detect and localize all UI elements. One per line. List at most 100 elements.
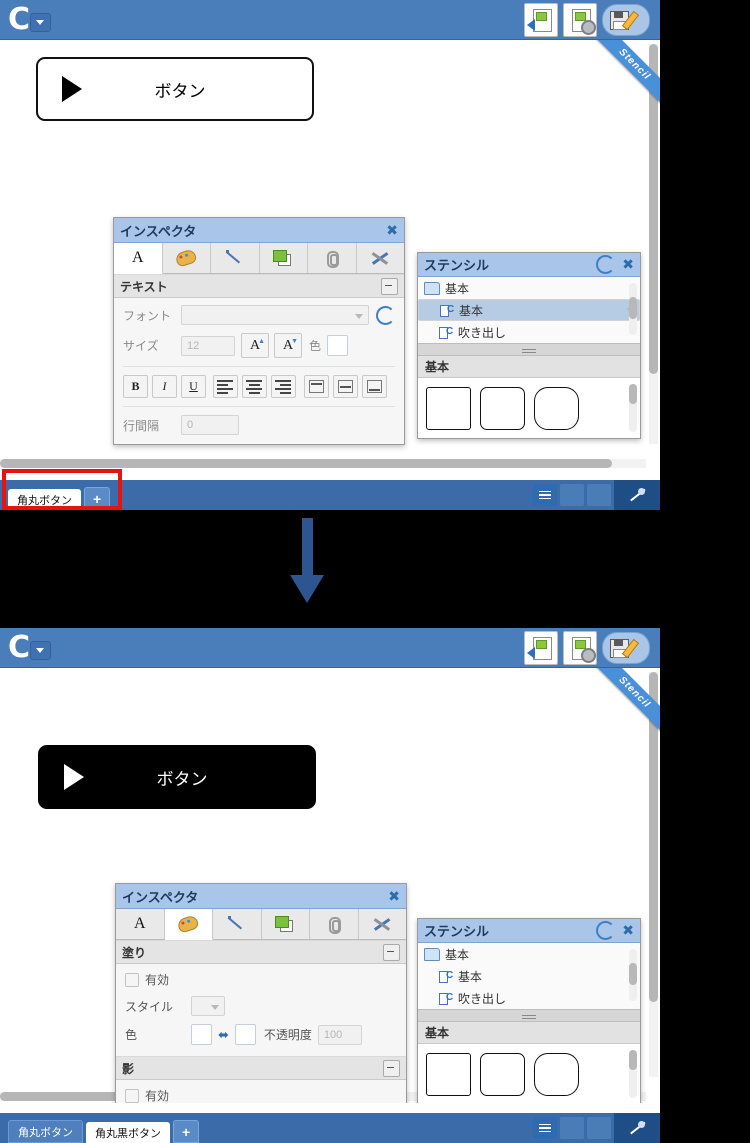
stencil-shape-square[interactable]: [426, 1052, 471, 1096]
fill-color-swatch-start[interactable]: [191, 1024, 212, 1045]
linespacing-input[interactable]: 0: [181, 415, 239, 435]
stencil-tree-item-callout[interactable]: 吹き出し: [418, 321, 640, 343]
bold-button[interactable]: B: [123, 375, 148, 398]
stencil-tree-folder[interactable]: 基本: [418, 943, 640, 965]
menu-button[interactable]: [533, 1117, 557, 1139]
tab-tools[interactable]: [356, 243, 404, 273]
text-section-title: テキスト: [120, 279, 168, 294]
close-icon[interactable]: ✖: [622, 256, 634, 273]
close-icon[interactable]: ✖: [388, 888, 400, 905]
increase-font-size-button[interactable]: A ▲: [241, 333, 269, 358]
collapse-icon[interactable]: [383, 943, 400, 961]
size-input[interactable]: 12: [181, 335, 235, 356]
stencil-tree-item-label: 基本: [458, 969, 483, 984]
inspector-panel-after[interactable]: インスペクタ ✖ A 塗り 有効 スタイル 色 ⬌ 不透明度 100 影 有効: [115, 883, 407, 1103]
shadow-section-header[interactable]: 影: [116, 1056, 406, 1080]
close-icon[interactable]: ✖: [622, 922, 634, 939]
align-right-button[interactable]: [271, 375, 296, 398]
page-tab-black-rounded-button[interactable]: 角丸黒ボタン: [86, 1122, 170, 1143]
status-button-3[interactable]: [587, 1117, 611, 1139]
align-middle-button[interactable]: [333, 375, 358, 398]
canvas-shape-black-rounded-button[interactable]: ボタン: [38, 745, 316, 809]
app-menu-chevron-down-icon[interactable]: [30, 13, 51, 32]
stencil-tree-item-callout[interactable]: 吹き出し: [418, 987, 640, 1009]
canvas-area-after[interactable]: Stencil ボタン インスペクタ ✖ A 塗り 有効 スタイル 色 ⬌ 不透…: [0, 668, 660, 1103]
stencil-tree-item-basic[interactable]: 基本: [418, 299, 640, 321]
fill-section-header[interactable]: 塗り: [116, 940, 406, 964]
text-color-swatch[interactable]: [327, 335, 349, 356]
app-menu-chevron-down-icon[interactable]: [30, 641, 51, 660]
align-left-button[interactable]: [213, 375, 238, 398]
magic-wand-button[interactable]: [614, 480, 660, 510]
italic-button[interactable]: I: [152, 375, 177, 398]
status-button-2[interactable]: [560, 484, 584, 506]
stencil-shape-rounded-square[interactable]: [480, 1052, 525, 1096]
stencil-panel-after[interactable]: ステンシル ✖ 基本 基本 吹き出し: [417, 918, 641, 1103]
magic-wand-button[interactable]: [614, 1113, 660, 1143]
stencil-tree[interactable]: 基本 基本 吹き出し: [418, 277, 640, 343]
refresh-icon[interactable]: [596, 255, 616, 274]
canvas-horizontal-scrollbar[interactable]: [0, 459, 646, 468]
tab-line[interactable]: [211, 243, 260, 273]
stencil-ribbon[interactable]: Stencil: [590, 40, 660, 110]
stencil-panel-before[interactable]: ステンシル ✖ 基本 基本 吹き出し: [417, 252, 641, 439]
tab-text[interactable]: A: [116, 909, 165, 939]
tab-shape[interactable]: [259, 243, 308, 273]
collapse-icon[interactable]: [383, 1059, 400, 1077]
save-button[interactable]: [602, 4, 650, 36]
shape-scrollbar[interactable]: [629, 1050, 637, 1098]
canvas-shape-rounded-button[interactable]: ボタン: [36, 57, 314, 121]
collapse-icon[interactable]: [381, 277, 398, 295]
import-image-button[interactable]: [524, 3, 558, 37]
stencil-shape-rounded-square[interactable]: [480, 386, 525, 430]
align-top-button[interactable]: [304, 375, 329, 398]
status-button-2[interactable]: [560, 1117, 584, 1139]
stencil-ribbon[interactable]: Stencil: [590, 668, 660, 738]
tab-attachment[interactable]: [308, 243, 357, 273]
tree-scrollbar[interactable]: [629, 949, 637, 1001]
tab-line[interactable]: [213, 909, 262, 939]
fill-enabled-checkbox[interactable]: [125, 972, 139, 987]
text-section-header[interactable]: テキスト: [114, 274, 404, 298]
page-tab-rounded-button[interactable]: 角丸ボタン: [8, 1120, 83, 1143]
shadow-enabled-checkbox[interactable]: [125, 1088, 139, 1103]
fill-color-swatch-end[interactable]: [234, 1024, 256, 1045]
panel-splitter[interactable]: [418, 1009, 640, 1022]
panel-splitter[interactable]: [418, 343, 640, 356]
swap-colors-icon[interactable]: ⬌: [218, 1027, 229, 1043]
stencil-shape-very-rounded-square[interactable]: [534, 386, 579, 430]
underline-button[interactable]: U: [181, 375, 206, 398]
decrease-font-size-button[interactable]: A ▼: [274, 333, 302, 358]
menu-button[interactable]: [533, 484, 557, 506]
image-settings-button[interactable]: [563, 631, 597, 665]
add-page-button[interactable]: +: [173, 1120, 200, 1143]
tab-shape[interactable]: [261, 909, 310, 939]
tab-tools[interactable]: [358, 909, 406, 939]
tab-fill[interactable]: [164, 909, 213, 940]
shape-scrollbar[interactable]: [629, 384, 637, 432]
stencil-shape-square[interactable]: [426, 386, 471, 430]
tree-scrollbar[interactable]: [629, 283, 637, 335]
tab-attachment[interactable]: [310, 909, 359, 939]
stencil-shape-very-rounded-square[interactable]: [534, 1052, 579, 1096]
font-select[interactable]: [181, 305, 369, 325]
stencil-tree[interactable]: 基本 基本 吹き出し: [418, 943, 640, 1009]
stencil-tree-item-basic[interactable]: 基本: [418, 965, 640, 987]
inspector-panel-before[interactable]: インスペクタ ✖ A テキスト フォント サイズ 12 A ▲ A ▼ 色 B …: [113, 217, 405, 445]
status-button-3[interactable]: [587, 484, 611, 506]
stencil-tree-folder[interactable]: 基本: [418, 277, 640, 299]
refresh-fonts-icon[interactable]: [376, 305, 395, 325]
align-bottom-button[interactable]: [362, 375, 387, 398]
letter-a-icon: A: [133, 915, 146, 932]
close-icon[interactable]: ✖: [386, 222, 398, 239]
canvas-area-before[interactable]: Stencil ボタン インスペクタ ✖ A テキスト フォント サイズ 12 …: [0, 40, 660, 470]
save-button[interactable]: [602, 632, 650, 664]
image-settings-button[interactable]: [563, 3, 597, 37]
import-image-button[interactable]: [524, 631, 558, 665]
fill-style-select[interactable]: [191, 996, 225, 1016]
opacity-input[interactable]: 100: [317, 1024, 362, 1045]
align-center-button[interactable]: [242, 375, 267, 398]
tab-fill[interactable]: [162, 243, 211, 273]
refresh-icon[interactable]: [596, 921, 616, 940]
tab-text[interactable]: A: [114, 243, 163, 274]
